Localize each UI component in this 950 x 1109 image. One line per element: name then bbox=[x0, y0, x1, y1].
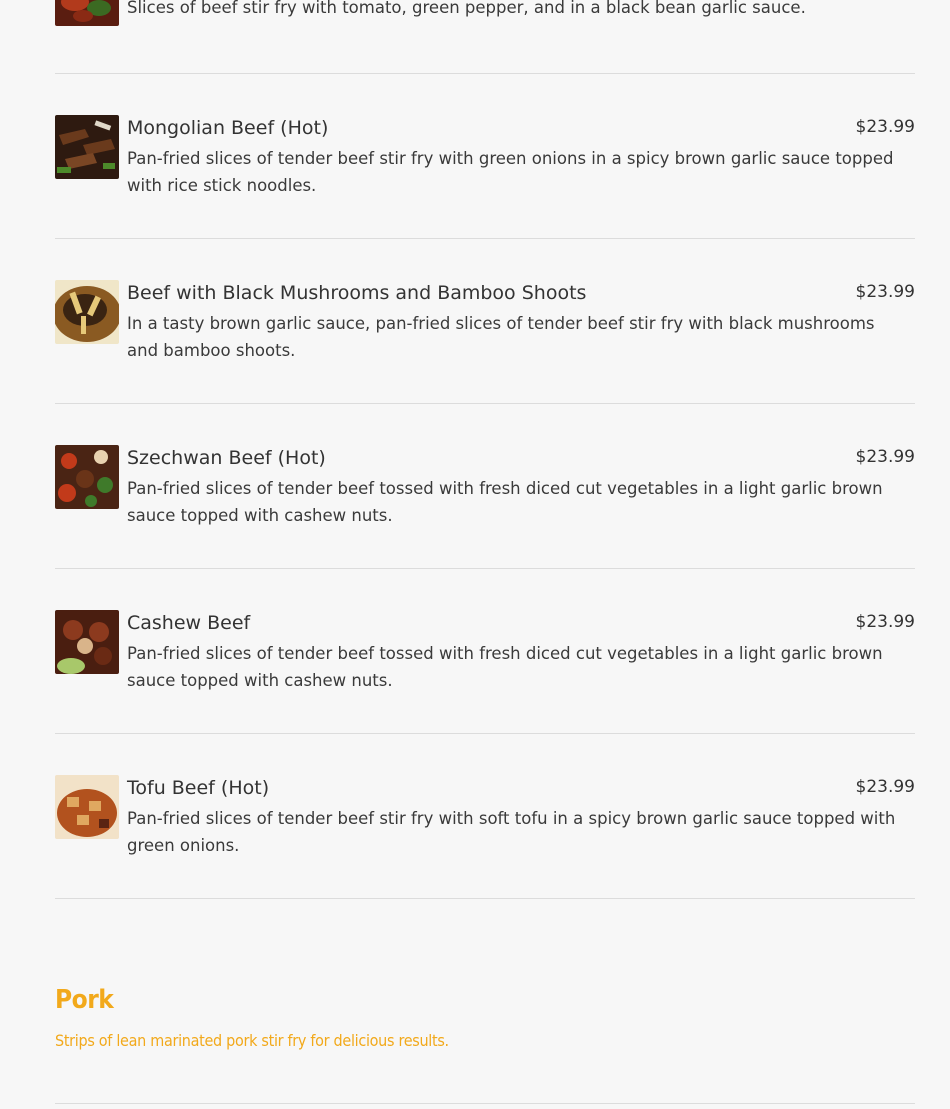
mongolian-beef-photo-icon[interactable] bbox=[55, 115, 119, 179]
dish-photo bbox=[55, 115, 119, 179]
item-description: Slices of beef stir fry with tomato, gre… bbox=[127, 0, 806, 17]
menu-item[interactable]: Beef with Black Mushrooms and Bamboo Sho… bbox=[55, 239, 915, 404]
item-price: $23.99 bbox=[855, 777, 915, 797]
item-price: $23.99 bbox=[855, 447, 915, 467]
menu-item[interactable]: Mongolian Beef (Hot) $23.99 Pan-fried sl… bbox=[55, 74, 915, 239]
item-name: Mongolian Beef (Hot) bbox=[127, 117, 329, 139]
dish-photo bbox=[55, 610, 119, 674]
item-name: Beef with Black Mushrooms and Bamboo Sho… bbox=[127, 282, 587, 304]
item-description: In a tasty brown garlic sauce, pan-fried… bbox=[127, 314, 875, 360]
dish-photo bbox=[55, 280, 119, 344]
item-price: $23.99 bbox=[855, 282, 915, 302]
beef-mushroom-bamboo-photo-icon[interactable] bbox=[55, 280, 119, 344]
menu-item[interactable]: Tofu Beef (Hot) $23.99 Pan-fried slices … bbox=[55, 734, 915, 899]
dish-photo bbox=[55, 775, 119, 839]
section-subtitle: Strips of lean marinated pork stir fry f… bbox=[55, 1031, 449, 1050]
item-price: $23.99 bbox=[855, 612, 915, 632]
item-description: Pan-fried slices of tender beef tossed w… bbox=[127, 479, 883, 525]
item-name: Szechwan Beef (Hot) bbox=[127, 447, 326, 469]
item-name: Tofu Beef (Hot) bbox=[127, 777, 270, 799]
item-description: Pan-fried slices of tender beef stir fry… bbox=[127, 149, 894, 195]
item-name: Cashew Beef bbox=[127, 612, 251, 634]
cashew-beef-photo-icon[interactable] bbox=[55, 610, 119, 674]
menu-item[interactable]: Slices of beef stir fry with tomato, gre… bbox=[55, 0, 915, 74]
szechwan-beef-photo-icon[interactable] bbox=[55, 445, 119, 509]
menu-item[interactable]: Szechwan Beef (Hot) $23.99 Pan-fried sli… bbox=[55, 404, 915, 569]
section-title: Pork bbox=[55, 985, 114, 1015]
divider bbox=[55, 1103, 915, 1104]
item-description: Pan-fried slices of tender beef tossed w… bbox=[127, 644, 883, 690]
pork-section: Pork Strips of lean marinated pork stir … bbox=[55, 985, 915, 1050]
menu-item[interactable]: Cashew Beef $23.99 Pan-fried slices of t… bbox=[55, 569, 915, 734]
menu-list: Slices of beef stir fry with tomato, gre… bbox=[55, 0, 915, 899]
dish-photo bbox=[55, 0, 119, 26]
item-price: $23.99 bbox=[855, 117, 915, 137]
tofu-beef-photo-icon[interactable] bbox=[55, 775, 119, 839]
dish-photo bbox=[55, 445, 119, 509]
tomato-beef-photo-icon[interactable] bbox=[55, 0, 119, 26]
item-description: Pan-fried slices of tender beef stir fry… bbox=[127, 809, 896, 855]
divider bbox=[55, 898, 915, 899]
